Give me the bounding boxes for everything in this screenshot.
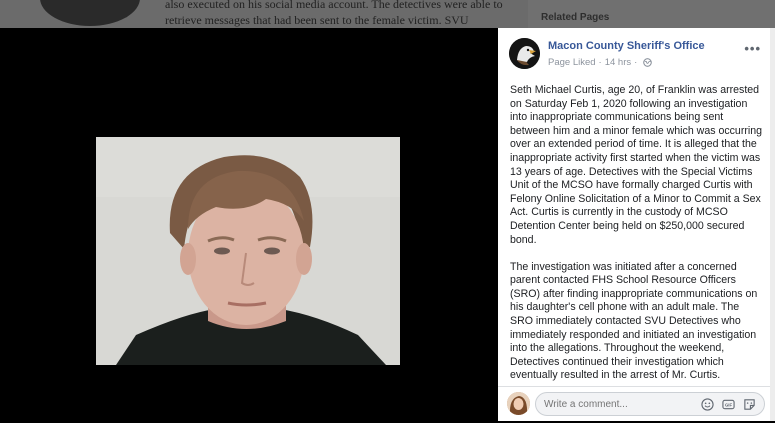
post-header: Macon County Sheriff's Office Page Liked… <box>498 28 770 80</box>
sticker-icon[interactable] <box>743 398 756 411</box>
user-avatar[interactable] <box>507 392 530 415</box>
post-body: Seth Michael Curtis, age 20, of Franklin… <box>510 84 762 396</box>
background-article-text: also executed on his social media accoun… <box>165 0 503 27</box>
page-name-link[interactable]: Macon County Sheriff's Office <box>548 40 705 52</box>
more-options-icon[interactable]: ••• <box>744 41 761 56</box>
comment-bar: GIF <box>498 386 770 421</box>
related-pages-heading: Related Pages <box>541 12 610 23</box>
post-paragraph: The investigation was initiated after a … <box>510 260 758 382</box>
page-liked-label[interactable]: Page Liked <box>548 57 596 68</box>
mugshot-photo <box>96 137 400 365</box>
background-avatar <box>40 0 140 26</box>
svg-text:GIF: GIF <box>725 403 733 408</box>
post-meta: Page Liked · 14 hrs · <box>548 57 653 68</box>
emoji-icon[interactable] <box>701 398 714 411</box>
background-page: also executed on his social media accoun… <box>0 0 775 28</box>
page-avatar[interactable] <box>509 38 540 69</box>
meta-separator: · <box>598 57 602 68</box>
comment-icons: GIF <box>701 398 756 411</box>
post-paragraph: Seth Michael Curtis, age 20, of Franklin… <box>510 84 763 246</box>
panel-scrollbar[interactable] <box>770 28 775 421</box>
photo-lightbox[interactable] <box>0 28 498 423</box>
meta-separator: · <box>634 57 638 68</box>
post-panel: Macon County Sheriff's Office Page Liked… <box>498 28 770 421</box>
post-time[interactable]: 14 hrs <box>605 57 631 68</box>
gif-icon[interactable]: GIF <box>722 398 735 411</box>
globe-icon <box>643 58 653 67</box>
